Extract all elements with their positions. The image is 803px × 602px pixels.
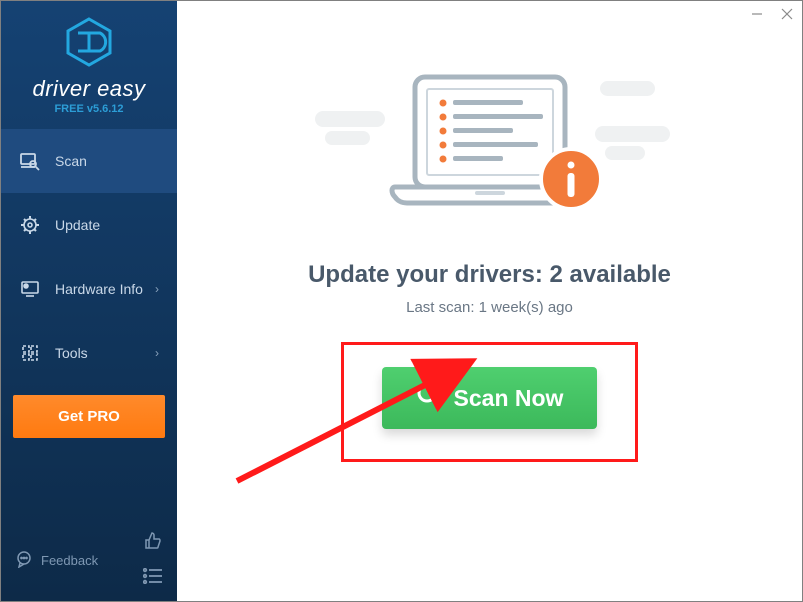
minimize-button[interactable] (742, 1, 772, 27)
scan-now-button[interactable]: Scan Now (382, 367, 598, 429)
monitor-info-icon (19, 279, 41, 299)
sidebar-item-label: Scan (55, 153, 87, 169)
sidebar-item-label: Hardware Info (55, 281, 143, 297)
get-pro-button[interactable]: Get PRO (13, 395, 165, 438)
brand-name: driver easy (32, 76, 145, 102)
sidebar-item-update[interactable]: Update (1, 193, 177, 257)
content-area: Update your drivers: 2 available Last sc… (177, 1, 802, 462)
feedback-button[interactable]: Feedback (15, 550, 98, 571)
list-menu-icon[interactable] (143, 568, 163, 589)
last-scan-text: Last scan: 1 week(s) ago (406, 299, 573, 316)
chevron-right-icon: › (155, 282, 159, 296)
tools-icon (19, 343, 41, 363)
scan-now-label: Scan Now (454, 385, 564, 412)
sidebar-item-label: Tools (55, 345, 88, 361)
window-controls (742, 1, 802, 27)
chat-icon (15, 550, 33, 571)
close-button[interactable] (772, 1, 802, 27)
sidebar-item-hardware-info[interactable]: Hardware Info › (1, 257, 177, 321)
scan-illustration (345, 71, 635, 231)
magnifier-icon (416, 382, 442, 414)
brand-block: driver easy FREE v5.6.12 (1, 1, 177, 125)
sidebar-footer: Feedback (1, 521, 177, 601)
scan-highlight-frame: Scan Now (341, 342, 639, 462)
logo-icon (64, 17, 114, 72)
gear-down-icon (19, 215, 41, 235)
main-panel: Update your drivers: 2 available Last sc… (177, 1, 802, 601)
thumbs-up-icon[interactable] (143, 531, 163, 556)
sidebar-item-label: Update (55, 217, 100, 233)
brand-subtitle: FREE v5.6.12 (54, 103, 123, 115)
scan-icon (19, 151, 41, 171)
sidebar-item-tools[interactable]: Tools › (1, 321, 177, 385)
sidebar: driver easy FREE v5.6.12 Scan Update (1, 1, 177, 601)
sidebar-item-scan[interactable]: Scan (1, 129, 177, 193)
feedback-label: Feedback (41, 553, 98, 568)
headline: Update your drivers: 2 available (308, 261, 671, 289)
sidebar-nav: Scan Update Hardware Info › Tools (1, 129, 177, 385)
chevron-right-icon: › (155, 346, 159, 360)
